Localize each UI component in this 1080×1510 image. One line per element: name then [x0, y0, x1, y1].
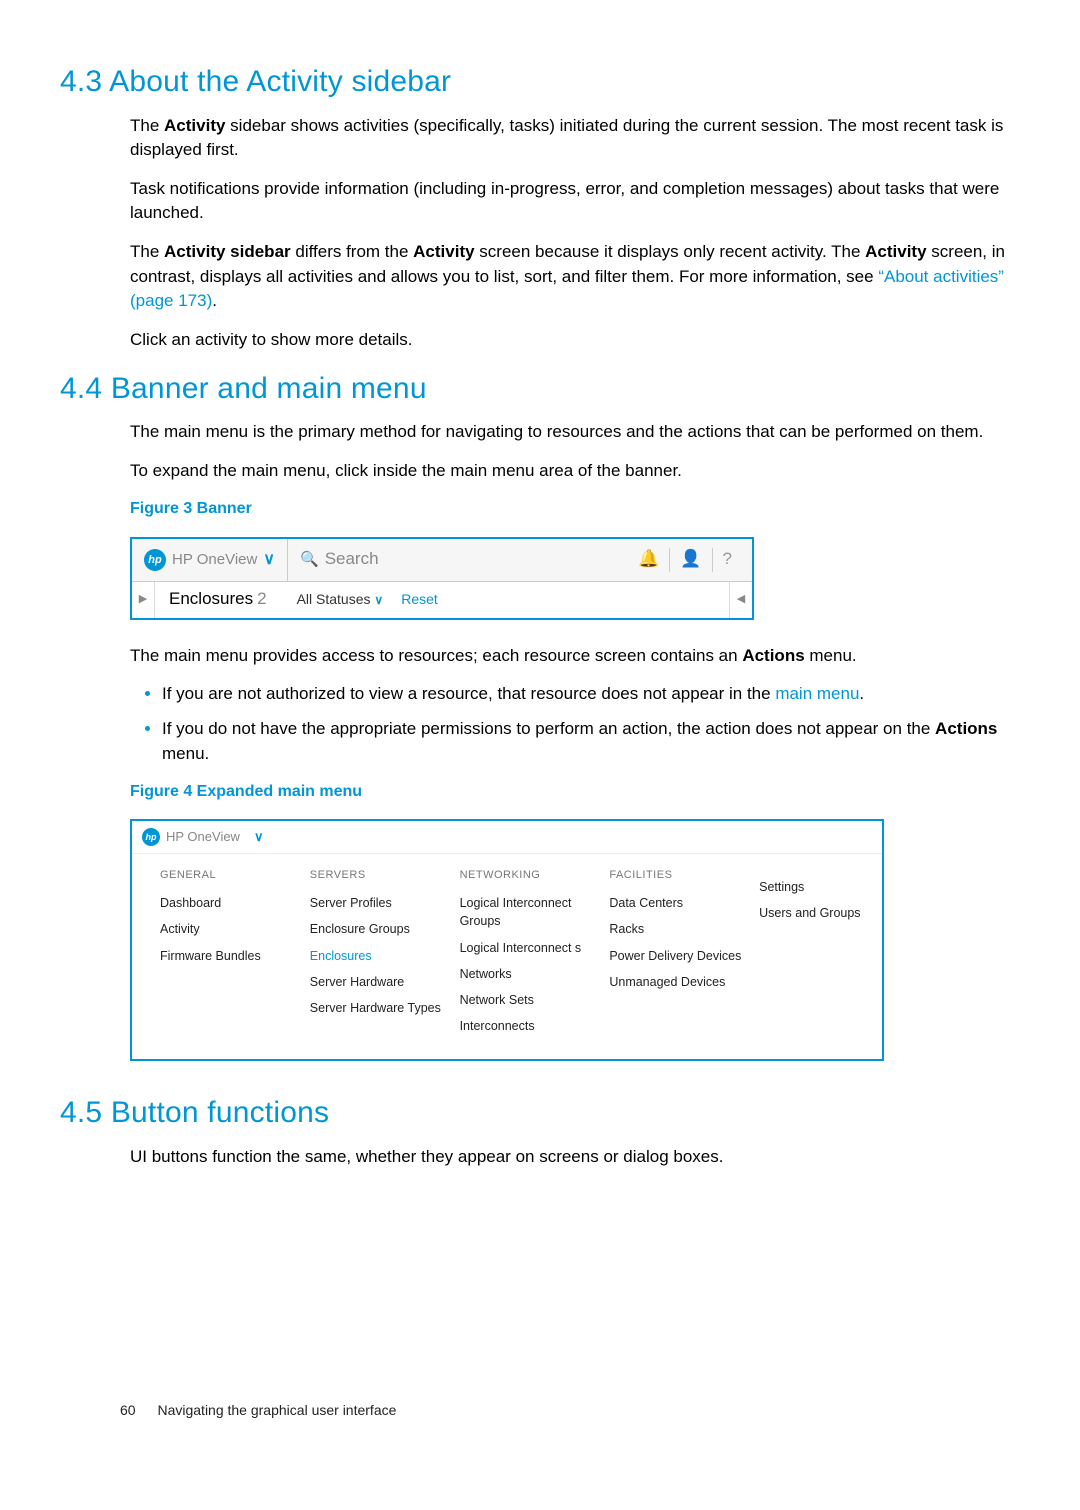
main-menu-button[interactable]: hp HP OneView ∨ [132, 539, 288, 581]
reset-button[interactable]: Reset [401, 589, 438, 609]
heading-4-5: 4.5 Button functions [60, 1091, 1010, 1135]
menu-item[interactable]: Activity [160, 920, 310, 938]
menu-column: NETWORKING Logical Interconnect Groups Log… [460, 868, 610, 1043]
resource-count: 2 [257, 587, 266, 612]
menu-item[interactable]: Server Profiles [310, 894, 460, 912]
menu-item[interactable]: Enclosures [310, 947, 460, 965]
para-4-3-4: Click an activity to show more details. [130, 328, 1010, 353]
menu-item[interactable]: Power Delivery Devices [609, 947, 759, 965]
page-footer: 60 Navigating the graphical user interfa… [120, 1400, 396, 1420]
menu-item[interactable]: Settings [759, 878, 864, 896]
menu-column-header: SERVERS [310, 868, 460, 884]
search-input[interactable]: 🔍 Search [288, 547, 628, 572]
chevron-down-icon: ∨ [374, 593, 383, 607]
status-filter[interactable]: All Statuses ∨ [297, 589, 384, 609]
para-4-4-1: The main menu is the primary method for … [130, 420, 1010, 445]
menu-column-header: NETWORKING [460, 868, 610, 884]
menu-item[interactable]: Users and Groups [759, 904, 864, 922]
menu-item[interactable]: Dashboard [160, 894, 310, 912]
menu-column-header: GENERAL [160, 868, 310, 884]
figure-3-banner: hp HP OneView ∨ 🔍 Search 🔔 👤 ? ▶ Enclosu… [130, 537, 754, 620]
menu-item[interactable]: Logical Interconnect s [460, 939, 610, 957]
chevron-down-icon: ∨ [254, 828, 264, 847]
menu-item[interactable]: Racks [609, 920, 759, 938]
menu-item[interactable]: Logical Interconnect Groups [460, 894, 610, 930]
menu-item[interactable]: Networks [460, 965, 610, 983]
hp-logo-icon: hp [142, 828, 160, 846]
para-4-3-1: The Activity sidebar shows activities (s… [130, 114, 1010, 163]
para-4-5-1: UI buttons function the same, whether th… [130, 1145, 1010, 1170]
menu-column: Settings Users and Groups [759, 868, 864, 1043]
para-after-fig3: The main menu provides access to resourc… [130, 644, 1010, 669]
brand-text: HP OneView [166, 828, 240, 847]
right-pane-toggle[interactable]: ◀ [729, 582, 752, 618]
menu-column-header: FACILITIES [609, 868, 759, 884]
para-4-3-3: The Activity sidebar differs from the Ac… [130, 240, 1010, 314]
menu-item[interactable]: Unmanaged Devices [609, 973, 759, 991]
menu-item[interactable]: Enclosure Groups [310, 920, 460, 938]
brand-text: HP OneView [172, 549, 257, 571]
link-main-menu[interactable]: main menu [775, 684, 859, 703]
menu-column: SERVERS Server Profiles Enclosure Groups En… [310, 868, 460, 1043]
menu-item[interactable]: Interconnects [460, 1017, 610, 1035]
resource-title: Enclosures [169, 587, 253, 612]
page-number: 60 [120, 1402, 136, 1418]
para-4-4-2: To expand the main menu, click inside th… [130, 459, 1010, 484]
figure-3-caption: Figure 3 Banner [130, 497, 1010, 520]
figure-4-expanded-menu: hp HP OneView ∨ GENERAL Dashboard Activity… [130, 819, 884, 1061]
left-pane-toggle[interactable]: ▶ [132, 582, 155, 618]
menu-item[interactable]: Network Sets [460, 991, 610, 1009]
bullet-unauth-view: If you are not authorized to view a reso… [162, 682, 1010, 707]
heading-4-4: 4.4 Banner and main menu [60, 367, 1010, 411]
menu-item[interactable]: Server Hardware [310, 973, 460, 991]
heading-4-3: 4.3 About the Activity sidebar [60, 60, 1010, 104]
hp-logo-icon: hp [144, 549, 166, 571]
menu-column: FACILITIES Data Centers Racks Power Deliver… [609, 868, 759, 1043]
bullet-no-permission: If you do not have the appropriate permi… [162, 717, 1010, 766]
bell-icon[interactable]: 🔔 [628, 548, 669, 572]
para-4-3-2: Task notifications provide information (… [130, 177, 1010, 226]
menu-item[interactable]: Data Centers [609, 894, 759, 912]
menu-item[interactable]: Firmware Bundles [160, 947, 310, 965]
chevron-down-icon: ∨ [263, 548, 275, 571]
menu-column: GENERAL Dashboard Activity Firmware Bundles [160, 868, 310, 1043]
help-icon[interactable]: ? [712, 548, 742, 572]
figure-4-caption: Figure 4 Expanded main menu [130, 780, 1010, 803]
search-icon: 🔍 [300, 549, 319, 571]
user-icon[interactable]: 👤 [669, 548, 711, 572]
chapter-title: Navigating the graphical user interface [157, 1402, 396, 1418]
menu-item[interactable]: Server Hardware Types [310, 999, 460, 1017]
